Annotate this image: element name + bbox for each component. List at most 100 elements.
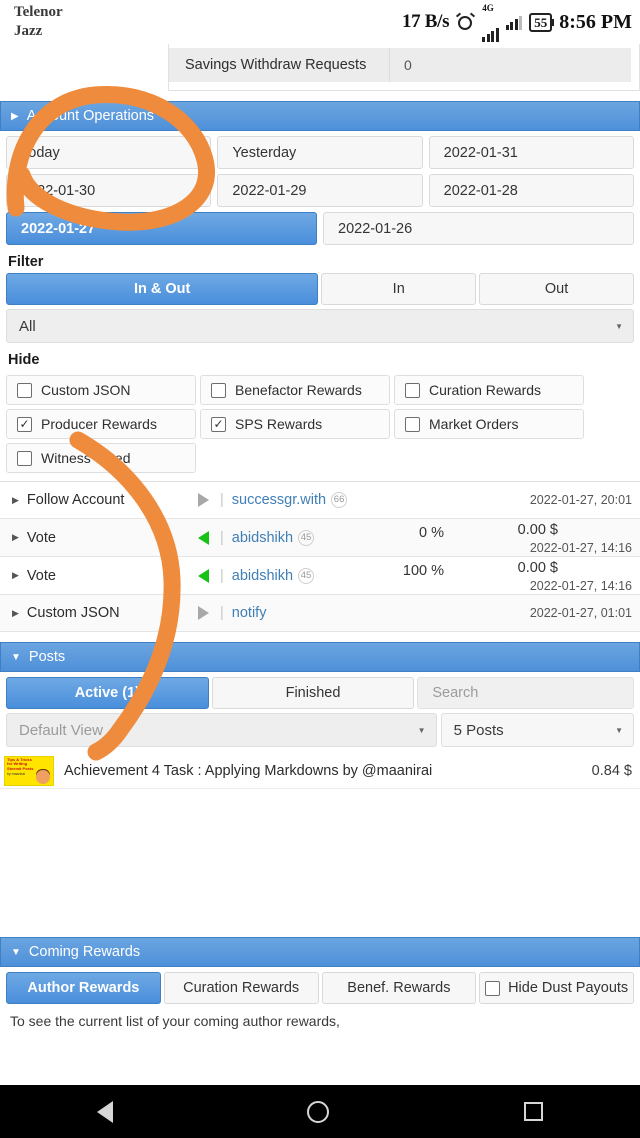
operation-type-label: Vote xyxy=(26,567,56,584)
option-label: Witness Voted xyxy=(41,450,131,466)
date-button-2022-01-30[interactable]: 2022-01-30 xyxy=(6,174,212,207)
triangle-right-icon: ▶ xyxy=(11,110,19,122)
hide-option-sps-rewards[interactable]: ✓ SPS Rewards xyxy=(200,409,390,439)
hide-option-producer-rewards[interactable]: ✓ Producer Rewards xyxy=(6,409,196,439)
filter-tab-out[interactable]: Out xyxy=(479,273,635,305)
option-label: Custom JSON xyxy=(41,382,131,398)
tab-curation-rewards[interactable]: Curation Rewards xyxy=(163,972,319,1004)
account-link[interactable]: abidshikh xyxy=(232,530,293,546)
divider: | xyxy=(220,529,224,546)
date-button-2022-01-29[interactable]: 2022-01-29 xyxy=(217,174,423,207)
app-screen: Telenor Jazz 17 B/s 4G 55 8:56 PM Saving… xyxy=(0,0,640,1138)
search-input[interactable]: Search xyxy=(417,677,635,709)
tab-active-posts[interactable]: Active (1) xyxy=(6,677,209,709)
operation-timestamp: 2022-01-27, 20:01 xyxy=(529,493,632,507)
checkbox-icon[interactable] xyxy=(485,980,501,996)
operation-type[interactable]: ▶ Vote xyxy=(0,530,186,546)
triangle-right-icon: ▶ xyxy=(12,570,19,580)
operation-amount: 0.00 $ xyxy=(517,522,558,538)
date-button-2022-01-26[interactable]: 2022-01-26 xyxy=(323,212,634,245)
view-select[interactable]: Default View ▼ xyxy=(6,713,437,747)
reputation-badge: 45 xyxy=(298,567,315,584)
hide-option-benefactor-rewards[interactable]: Benefactor Rewards xyxy=(200,375,390,405)
hide-option-curation-rewards[interactable]: Curation Rewards xyxy=(394,375,584,405)
checkbox-icon[interactable] xyxy=(405,382,420,398)
date-button-2022-01-27[interactable]: 2022-01-27 xyxy=(6,212,317,245)
hide-option-market-orders[interactable]: Market Orders xyxy=(394,409,584,439)
option-label: Hide Dust Payouts xyxy=(508,980,629,996)
home-circle-icon[interactable] xyxy=(307,1100,330,1123)
hide-option-custom-json[interactable]: Custom JSON xyxy=(6,375,196,405)
operation-type-label: Vote xyxy=(26,529,56,546)
operation-row[interactable]: ▶ Custom JSON | notify 2022-01-27, 01:01 xyxy=(0,595,640,632)
operation-amount: 0.00 $ xyxy=(517,560,558,576)
option-label: Market Orders xyxy=(429,416,519,432)
checkbox-checked-icon[interactable]: ✓ xyxy=(211,416,226,432)
filter-tab-in[interactable]: In xyxy=(321,273,477,305)
vote-percent: 0 % xyxy=(419,525,444,541)
checkbox-icon[interactable] xyxy=(17,382,32,398)
account-link[interactable]: abidshikh xyxy=(232,568,293,584)
alarm-clock-icon xyxy=(456,12,476,32)
reputation-badge: 66 xyxy=(331,492,348,508)
select-value: All xyxy=(19,317,36,335)
operations-list: ▶ Follow Account | successgr.with 66 202… xyxy=(0,481,640,632)
section-header-posts[interactable]: ▼ Posts xyxy=(0,642,640,672)
network-speed: 17 B/s xyxy=(401,11,450,32)
date-button-today[interactable]: Today xyxy=(6,136,212,169)
section-header-account-operations[interactable]: ▶ Account Operations xyxy=(0,101,640,131)
checkbox-checked-icon[interactable]: ✓ xyxy=(17,416,32,432)
post-title[interactable]: Achievement 4 Task : Applying Markdowns … xyxy=(64,763,592,779)
date-button-2022-01-28[interactable]: 2022-01-28 xyxy=(428,174,634,207)
date-button-yesterday[interactable]: Yesterday xyxy=(217,136,423,169)
operation-type[interactable]: ▶ Follow Account xyxy=(0,492,186,508)
tab-benefactor-rewards[interactable]: Benef. Rewards xyxy=(321,972,477,1004)
divider: | xyxy=(220,567,224,584)
operation-row[interactable]: ▶ Vote | abidshikh 45 0 % 0.00 $ 2022-01… xyxy=(0,519,640,557)
post-count-select[interactable]: 5 Posts ▼ xyxy=(440,713,634,747)
caret-down-icon: ▼ xyxy=(417,725,426,735)
account-link[interactable]: notify xyxy=(232,605,267,621)
account-link[interactable]: successgr.with xyxy=(232,492,326,508)
divider: | xyxy=(220,492,224,508)
checkbox-icon[interactable] xyxy=(17,450,32,466)
section-header-coming-rewards[interactable]: ▼ Coming Rewards xyxy=(0,937,640,967)
operation-row[interactable]: ▶ Vote | abidshikh 45 100 % 0.00 $ 2022-… xyxy=(0,557,640,595)
vote-percent: 100 % xyxy=(402,563,444,579)
clock: 8:56 PM xyxy=(559,10,632,33)
operation-type-select[interactable]: All ▼ xyxy=(6,309,634,343)
option-label: Curation Rewards xyxy=(429,382,542,398)
signal-bars-secondary-icon xyxy=(505,14,523,30)
back-triangle-icon[interactable] xyxy=(97,1100,114,1123)
operation-row[interactable]: ▶ Follow Account | successgr.with 66 202… xyxy=(0,482,640,519)
mobile-signal-group: 4G xyxy=(482,3,499,42)
date-row-3: 2022-01-27 2022-01-26 xyxy=(0,207,640,245)
direction-out-icon xyxy=(186,606,220,620)
post-thumbnail-icon: Tips & Tricks for Writing Steemit Posts … xyxy=(4,755,54,786)
hide-dust-payouts-toggle[interactable]: Hide Dust Payouts xyxy=(479,972,634,1004)
status-bar: Telenor Jazz 17 B/s 4G 55 8:56 PM xyxy=(0,0,640,44)
date-button-2022-01-31[interactable]: 2022-01-31 xyxy=(428,136,634,169)
operation-type[interactable]: ▶ Vote xyxy=(0,568,186,584)
thumb-figure-face xyxy=(36,769,50,784)
coming-rewards-tabs: Author Rewards Curation Rewards Benef. R… xyxy=(0,967,640,1004)
android-navigation-bar xyxy=(0,1085,640,1138)
recents-square-icon[interactable] xyxy=(523,1102,543,1121)
filter-tab-in-and-out[interactable]: In & Out xyxy=(6,273,319,305)
option-label: Producer Rewards xyxy=(41,416,157,432)
direction-in-icon xyxy=(186,568,220,583)
status-indicators: 17 B/s 4G 55 8:56 PM xyxy=(402,3,632,42)
operation-type[interactable]: ▶ Custom JSON xyxy=(0,605,186,621)
post-payout: 0.84 $ xyxy=(591,762,632,779)
operation-type-label: Follow Account xyxy=(26,492,125,508)
select-value: Default View xyxy=(19,721,103,739)
hide-option-witness-voted[interactable]: Witness Voted xyxy=(6,443,196,473)
reputation-badge: 45 xyxy=(298,529,315,546)
tab-author-rewards[interactable]: Author Rewards xyxy=(6,972,161,1004)
section-title: Coming Rewards xyxy=(28,944,141,960)
row-label: Savings Withdraw Requests xyxy=(185,57,367,73)
tab-finished-posts[interactable]: Finished xyxy=(211,677,415,709)
checkbox-icon[interactable] xyxy=(211,382,226,398)
post-list-item[interactable]: Tips & Tricks for Writing Steemit Posts … xyxy=(0,753,640,789)
checkbox-icon[interactable] xyxy=(405,416,420,432)
